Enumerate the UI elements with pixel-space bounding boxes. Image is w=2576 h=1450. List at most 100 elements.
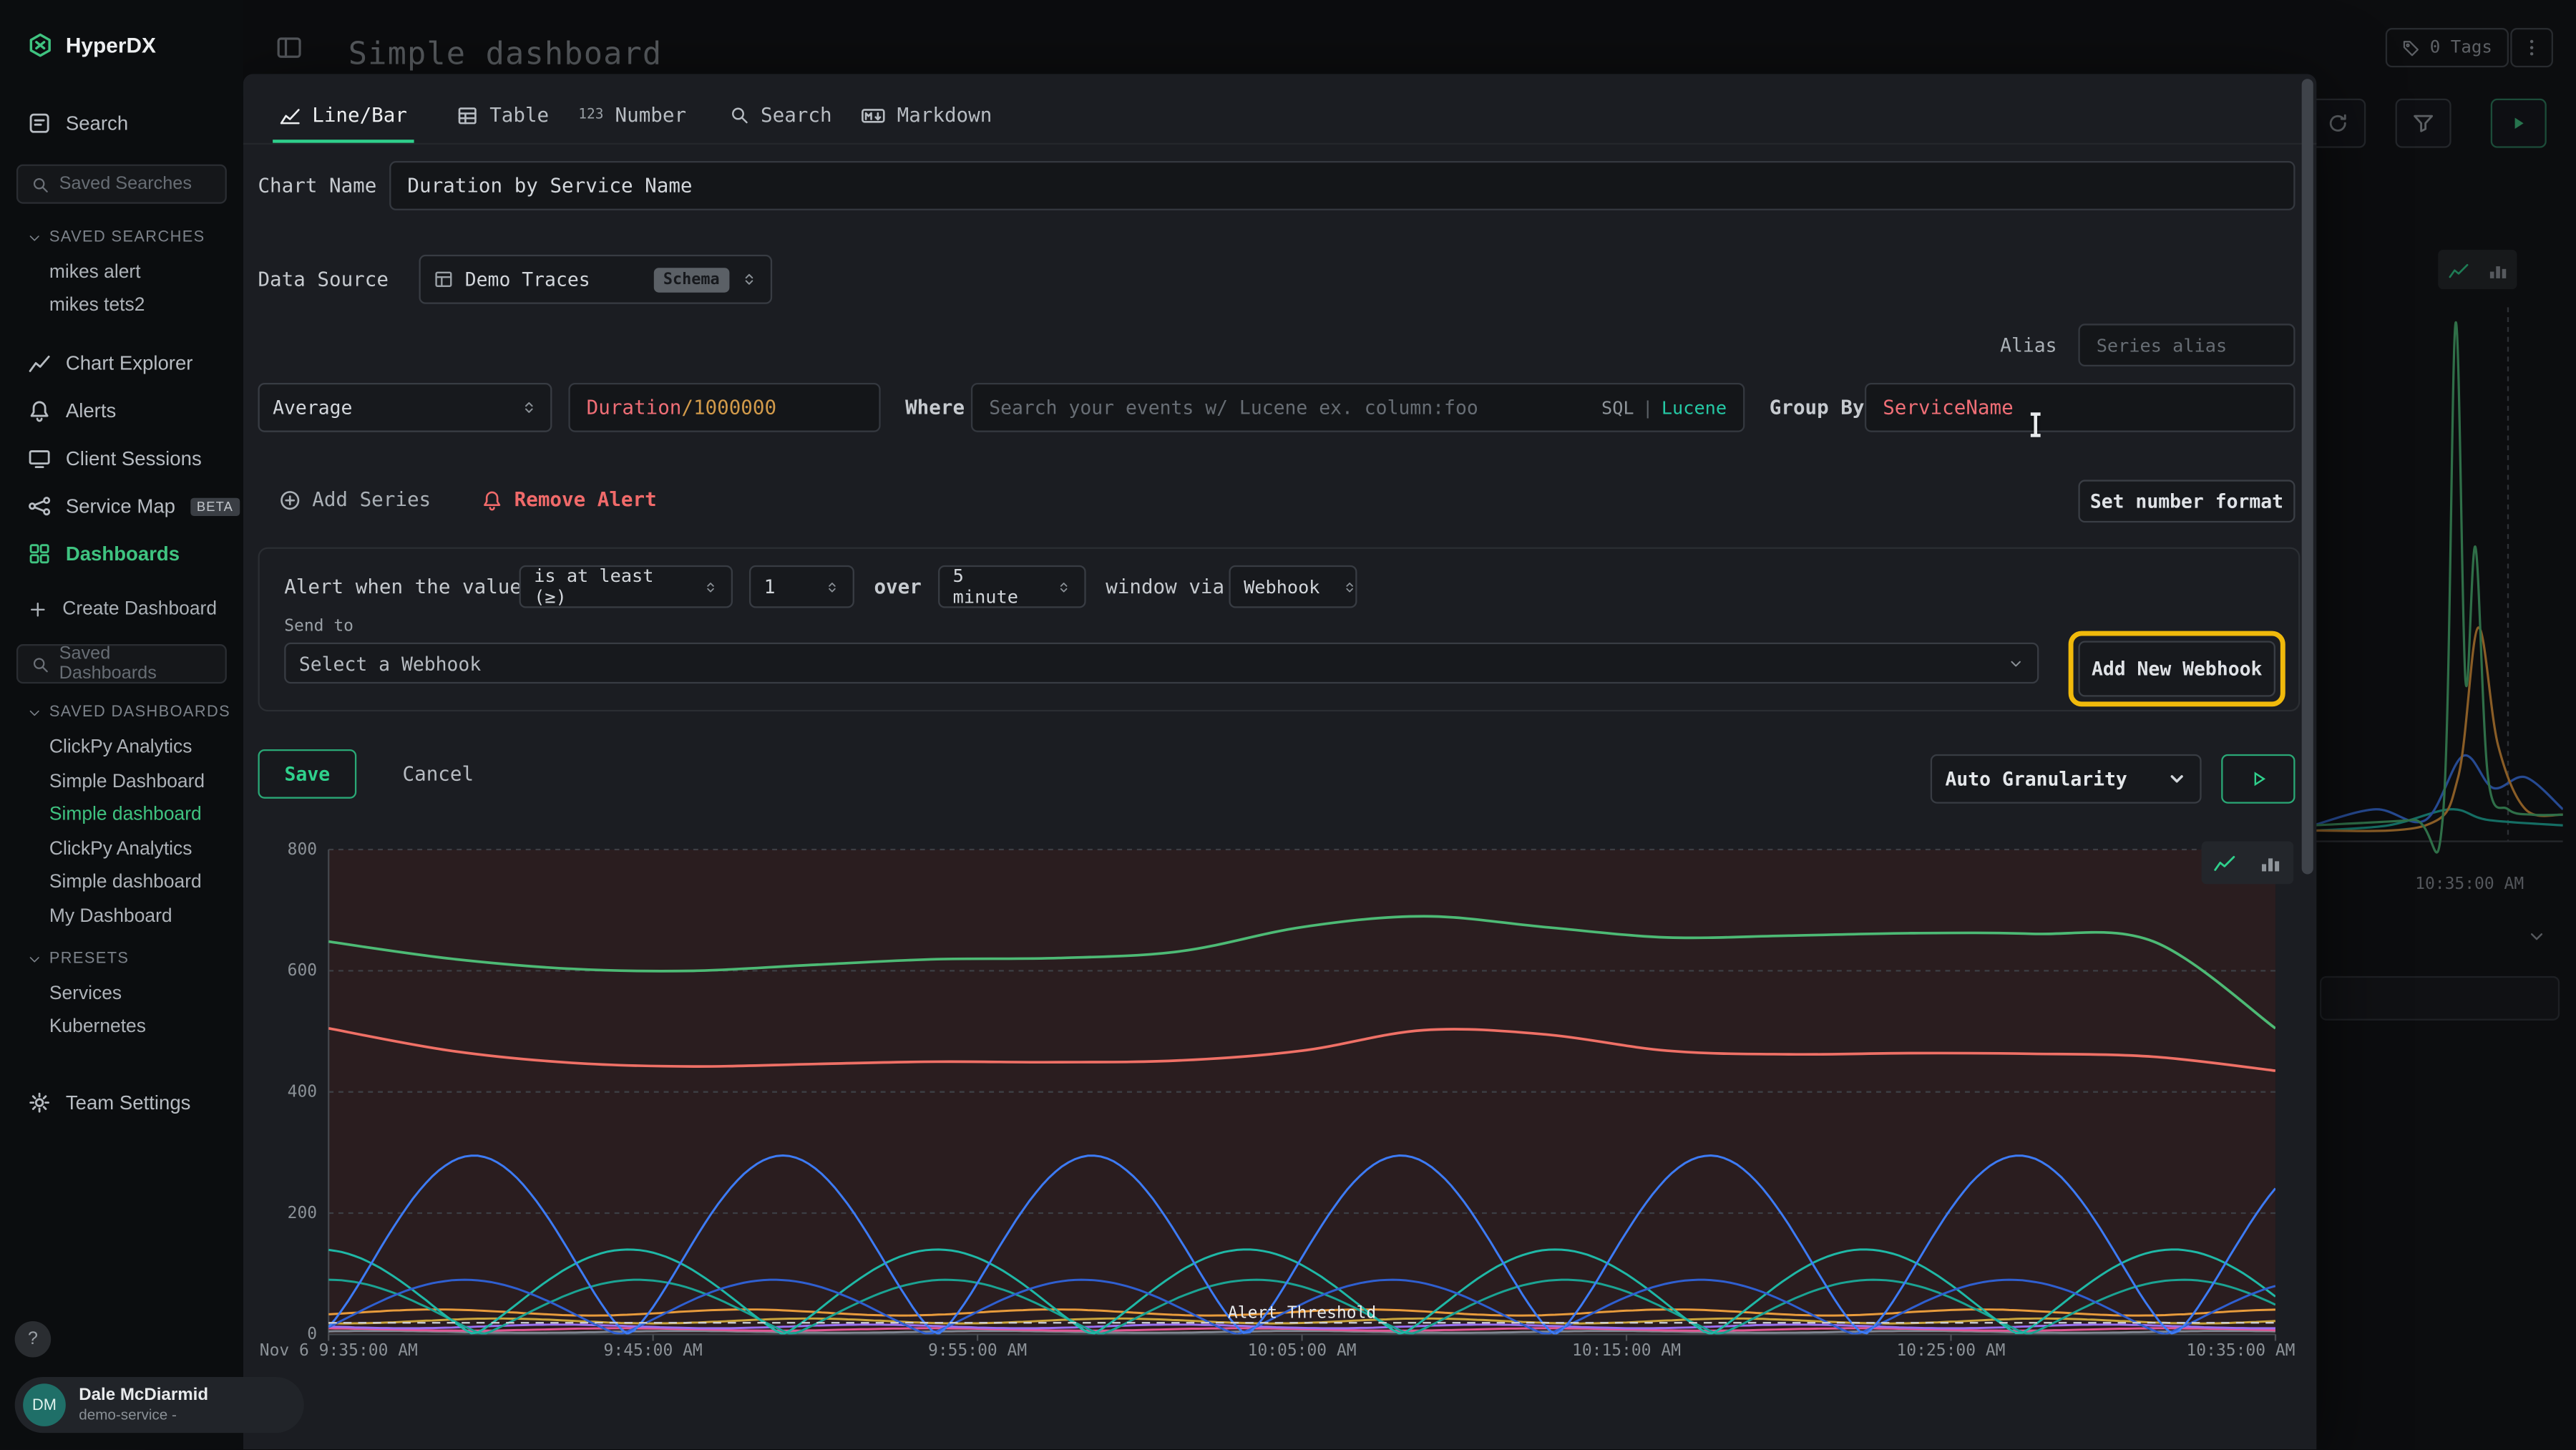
data-source-value: Demo Traces	[465, 268, 590, 291]
set-number-format-button[interactable]: Set number format	[2078, 480, 2295, 522]
sidebar-item-dashboards[interactable]: Dashboards	[0, 532, 243, 575]
line-chart-icon	[2213, 851, 2236, 874]
input-placeholder: Series alias	[2097, 334, 2227, 356]
chevron-down-icon	[28, 953, 41, 965]
saved-dashboard-item[interactable]: ClickPy Analytics	[49, 738, 192, 758]
presets-header[interactable]: PRESETS	[28, 950, 129, 968]
tab-table[interactable]: Table	[457, 90, 549, 140]
brand-logo[interactable]: HyperDX	[28, 33, 156, 57]
chart-type-toggle[interactable]	[2202, 842, 2294, 885]
text-cursor	[2034, 414, 2037, 436]
search-nav-icon	[28, 112, 51, 135]
toggle-divider: |	[1634, 396, 1662, 418]
send-to-label: Send to	[284, 618, 353, 636]
chart-name-label: Chart Name	[258, 174, 376, 197]
svg-text:10:35:00 AM: 10:35:00 AM	[2186, 1341, 2295, 1360]
saved-dashboards-header[interactable]: SAVED DASHBOARDS	[28, 704, 230, 721]
add-new-webhook-button[interactable]: Add New Webhook	[2078, 641, 2275, 696]
alias-label: Alias	[1936, 334, 2057, 356]
run-chart-button[interactable]	[2221, 754, 2295, 804]
sidebar-item-search[interactable]: Search	[0, 102, 243, 145]
preset-item[interactable]: Kubernetes	[49, 1017, 146, 1037]
modal-scrollbar[interactable]	[2302, 79, 2313, 874]
chart-name-input[interactable]: Duration by Service Name	[389, 161, 2295, 210]
saved-dashboard-item[interactable]: Simple dashboard	[49, 872, 202, 892]
bell-icon	[28, 399, 51, 422]
input-placeholder: Search your events w/ Lucene ex. column:…	[989, 396, 1478, 419]
saved-dashboard-item[interactable]: ClickPy Analytics	[49, 840, 192, 860]
add-series-button[interactable]: Add Series	[279, 488, 431, 511]
saved-searches-header[interactable]: SAVED SEARCHES	[28, 228, 205, 246]
granularity-select[interactable]: Auto Granularity	[1931, 754, 2202, 804]
remove-alert-button[interactable]: Remove Alert	[482, 488, 657, 511]
chevron-down-icon	[2167, 769, 2187, 789]
tab-line-bar[interactable]: Line/Bar	[279, 90, 407, 140]
help-button[interactable]: ?	[15, 1321, 52, 1358]
input-placeholder: Saved Searches	[59, 174, 192, 194]
saved-search-item[interactable]: mikes alert	[49, 263, 141, 283]
tab-number[interactable]: 123 Number	[578, 90, 686, 140]
bell-icon	[482, 489, 503, 510]
group-by-input[interactable]: ServiceName	[1865, 383, 2296, 432]
svg-text:Nov 6 9:35:00 AM: Nov 6 9:35:00 AM	[260, 1341, 418, 1360]
tab-search[interactable]: Search	[729, 90, 831, 140]
group-by-token: ServiceName	[1883, 396, 2013, 419]
database-icon	[434, 270, 454, 290]
svg-text:10:25:00 AM: 10:25:00 AM	[1896, 1341, 2005, 1360]
tab-markdown[interactable]: Markdown	[861, 90, 992, 140]
alert-config-panel: Alert when the value is at least (≥) 1 o…	[258, 548, 2300, 712]
chart-name-value: Duration by Service Name	[407, 174, 692, 197]
create-dashboard-button[interactable]: Create Dashboard	[0, 588, 243, 631]
stepper-updown-icon[interactable]	[825, 578, 840, 595]
bar-chart-icon	[2259, 851, 2282, 874]
select-updown-icon	[741, 270, 757, 290]
user-menu[interactable]: DM Dale McDiarmid demo-service -	[15, 1377, 304, 1433]
hyperdx-logo-icon	[28, 33, 52, 57]
dashboards-icon	[28, 542, 51, 565]
sidebar-item-alerts[interactable]: Alerts	[0, 389, 243, 432]
input-placeholder: Saved Dashboards	[59, 644, 213, 683]
sidebar-item-chart-explorer[interactable]: Chart Explorer	[0, 342, 243, 385]
cancel-button[interactable]: Cancel	[403, 762, 474, 785]
sidebar-item-service-map[interactable]: Service Map BETA	[0, 485, 243, 527]
search-icon	[729, 105, 749, 125]
alert-condition-select[interactable]: is at least (≥)	[519, 565, 733, 608]
alert-intro-label: Alert when the value	[284, 575, 522, 598]
sidebar-item-client-sessions[interactable]: Client Sessions	[0, 437, 243, 480]
user-subtitle: demo-service -	[79, 1406, 208, 1425]
svg-text:600: 600	[288, 961, 317, 980]
data-source-select[interactable]: Demo Traces Schema	[419, 255, 772, 304]
webhook-select[interactable]: Select a Webhook	[284, 643, 2039, 683]
where-input[interactable]: Search your events w/ Lucene ex. column:…	[971, 383, 1745, 432]
preset-item[interactable]: Services	[49, 984, 122, 1004]
select-updown-icon	[1343, 578, 1358, 595]
lucene-toggle[interactable]: Lucene	[1662, 396, 1727, 418]
aggregation-select[interactable]: Average	[258, 383, 552, 432]
group-by-label: Group By	[1770, 396, 1865, 419]
alert-window-select[interactable]: 5 minute	[938, 565, 1086, 608]
saved-search-item[interactable]: mikes tets2	[49, 296, 145, 316]
save-button[interactable]: Save	[258, 749, 356, 799]
avatar: DM	[23, 1383, 66, 1426]
alert-channel-select[interactable]: Webhook	[1229, 565, 1357, 608]
chevron-down-icon	[28, 231, 41, 244]
table-icon	[457, 104, 478, 126]
sql-toggle[interactable]: SQL	[1601, 396, 1634, 418]
service-map-icon	[28, 495, 51, 517]
saved-dashboard-item-active[interactable]: Simple dashboard	[49, 805, 202, 825]
plus-circle-icon	[279, 489, 301, 510]
saved-dashboard-item[interactable]: Simple Dashboard	[49, 772, 205, 792]
alias-input[interactable]: Series alias	[2078, 323, 2295, 366]
monitor-icon	[28, 447, 51, 470]
svg-text:10:05:00 AM: 10:05:00 AM	[1248, 1341, 1357, 1360]
svg-text:800: 800	[288, 840, 317, 859]
field-input[interactable]: Duration/1000000	[568, 383, 880, 432]
saved-dashboards-input[interactable]: Saved Dashboards	[16, 644, 227, 683]
line-chart-icon	[28, 351, 51, 374]
sidebar-item-team-settings[interactable]: Team Settings	[0, 1081, 243, 1124]
saved-dashboard-item[interactable]: My Dashboard	[49, 907, 172, 927]
search-icon	[31, 175, 49, 193]
saved-searches-input[interactable]: Saved Searches	[16, 165, 227, 204]
alert-threshold-input[interactable]: 1	[749, 565, 854, 608]
chevron-down-icon	[28, 706, 41, 719]
